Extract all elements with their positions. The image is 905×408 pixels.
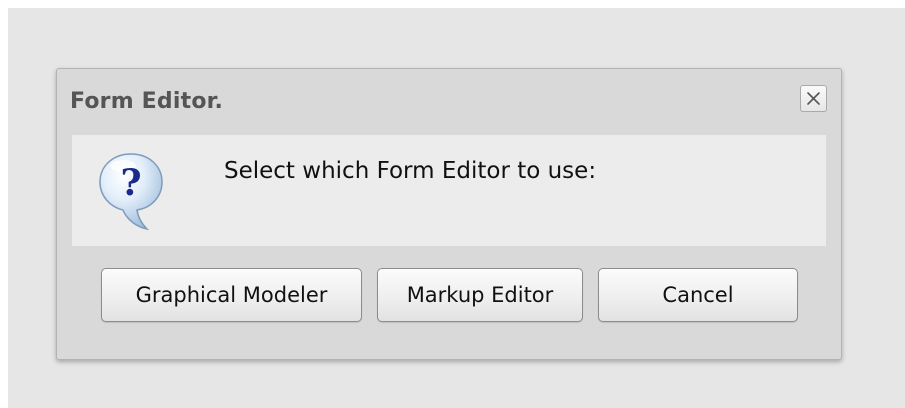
dialog-message-area: ? Select which Form Editor to use: [72, 135, 826, 246]
dialog-title: Form Editor. [70, 89, 224, 114]
dialog-message: Select which Form Editor to use: [224, 158, 597, 184]
graphical-modeler-button[interactable]: Graphical Modeler [101, 268, 362, 322]
markup-editor-button[interactable]: Markup Editor [377, 268, 583, 322]
dialog-titlebar: Form Editor. [57, 69, 841, 135]
svg-text:?: ? [120, 162, 141, 204]
close-icon [807, 92, 820, 105]
form-editor-dialog: Form Editor. ? Select which Form Editor … [56, 68, 842, 360]
close-button[interactable] [800, 85, 827, 112]
dialog-button-row: Graphical Modeler Markup Editor Cancel [57, 268, 841, 322]
cancel-button[interactable]: Cancel [598, 268, 798, 322]
question-bubble-icon: ? [99, 153, 163, 231]
